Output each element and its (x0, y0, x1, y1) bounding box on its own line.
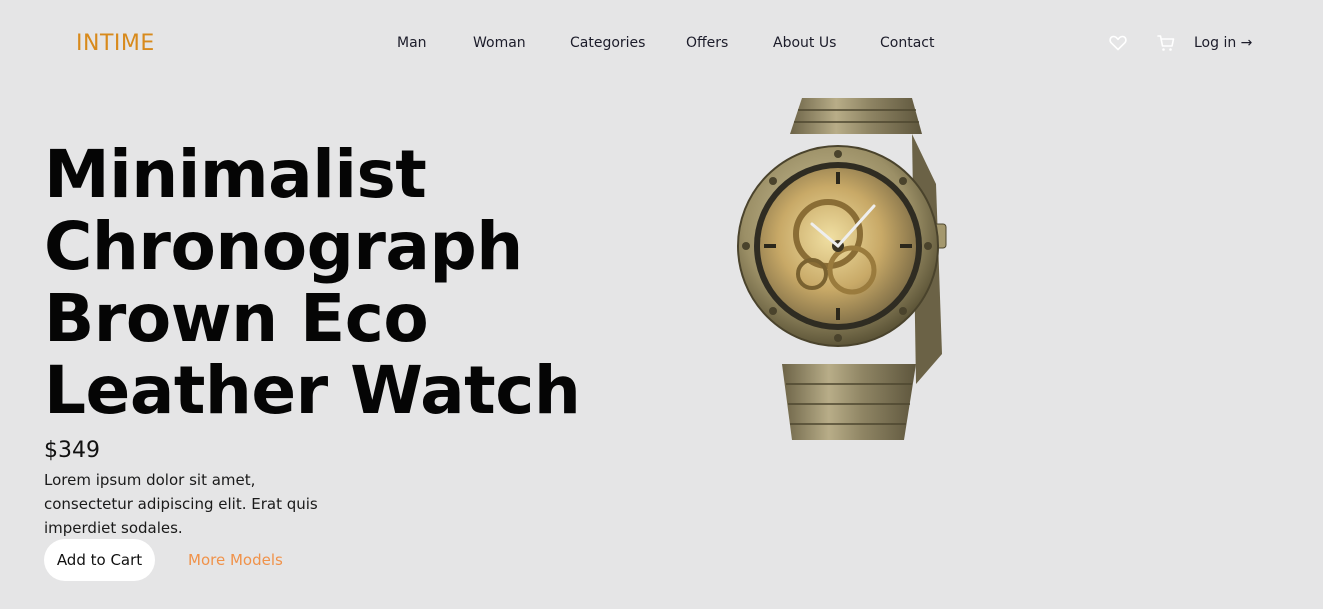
hero-title-line: Chronograph (44, 208, 523, 285)
hero-title-line: Leather Watch (44, 352, 581, 429)
nav-item-man[interactable]: Man (397, 35, 427, 51)
nav-item-woman[interactable]: Woman (473, 35, 526, 51)
nav-item-contact[interactable]: Contact (880, 35, 934, 51)
more-models-link[interactable]: More Models (188, 551, 283, 569)
hero-title: Minimalist Chronograph Brown Eco Leather… (44, 139, 604, 427)
login-link[interactable]: Log in → (1194, 35, 1252, 51)
skeleton-wristwatch-image (737, 98, 947, 440)
cart-icon[interactable] (1156, 33, 1176, 53)
product-description: Lorem ipsum dolor sit amet, consectetur … (44, 471, 318, 537)
nav-item-offers[interactable]: Offers (686, 35, 728, 51)
nav-item-about-us[interactable]: About Us (773, 35, 836, 51)
add-to-cart-button[interactable]: Add to Cart (44, 539, 155, 581)
heart-icon[interactable] (1108, 33, 1128, 53)
product-price: $349 (44, 438, 100, 463)
hero-title-line: Brown Eco (44, 280, 429, 357)
hero-title-line: Minimalist (44, 136, 427, 213)
nav-item-categories[interactable]: Categories (570, 35, 645, 51)
